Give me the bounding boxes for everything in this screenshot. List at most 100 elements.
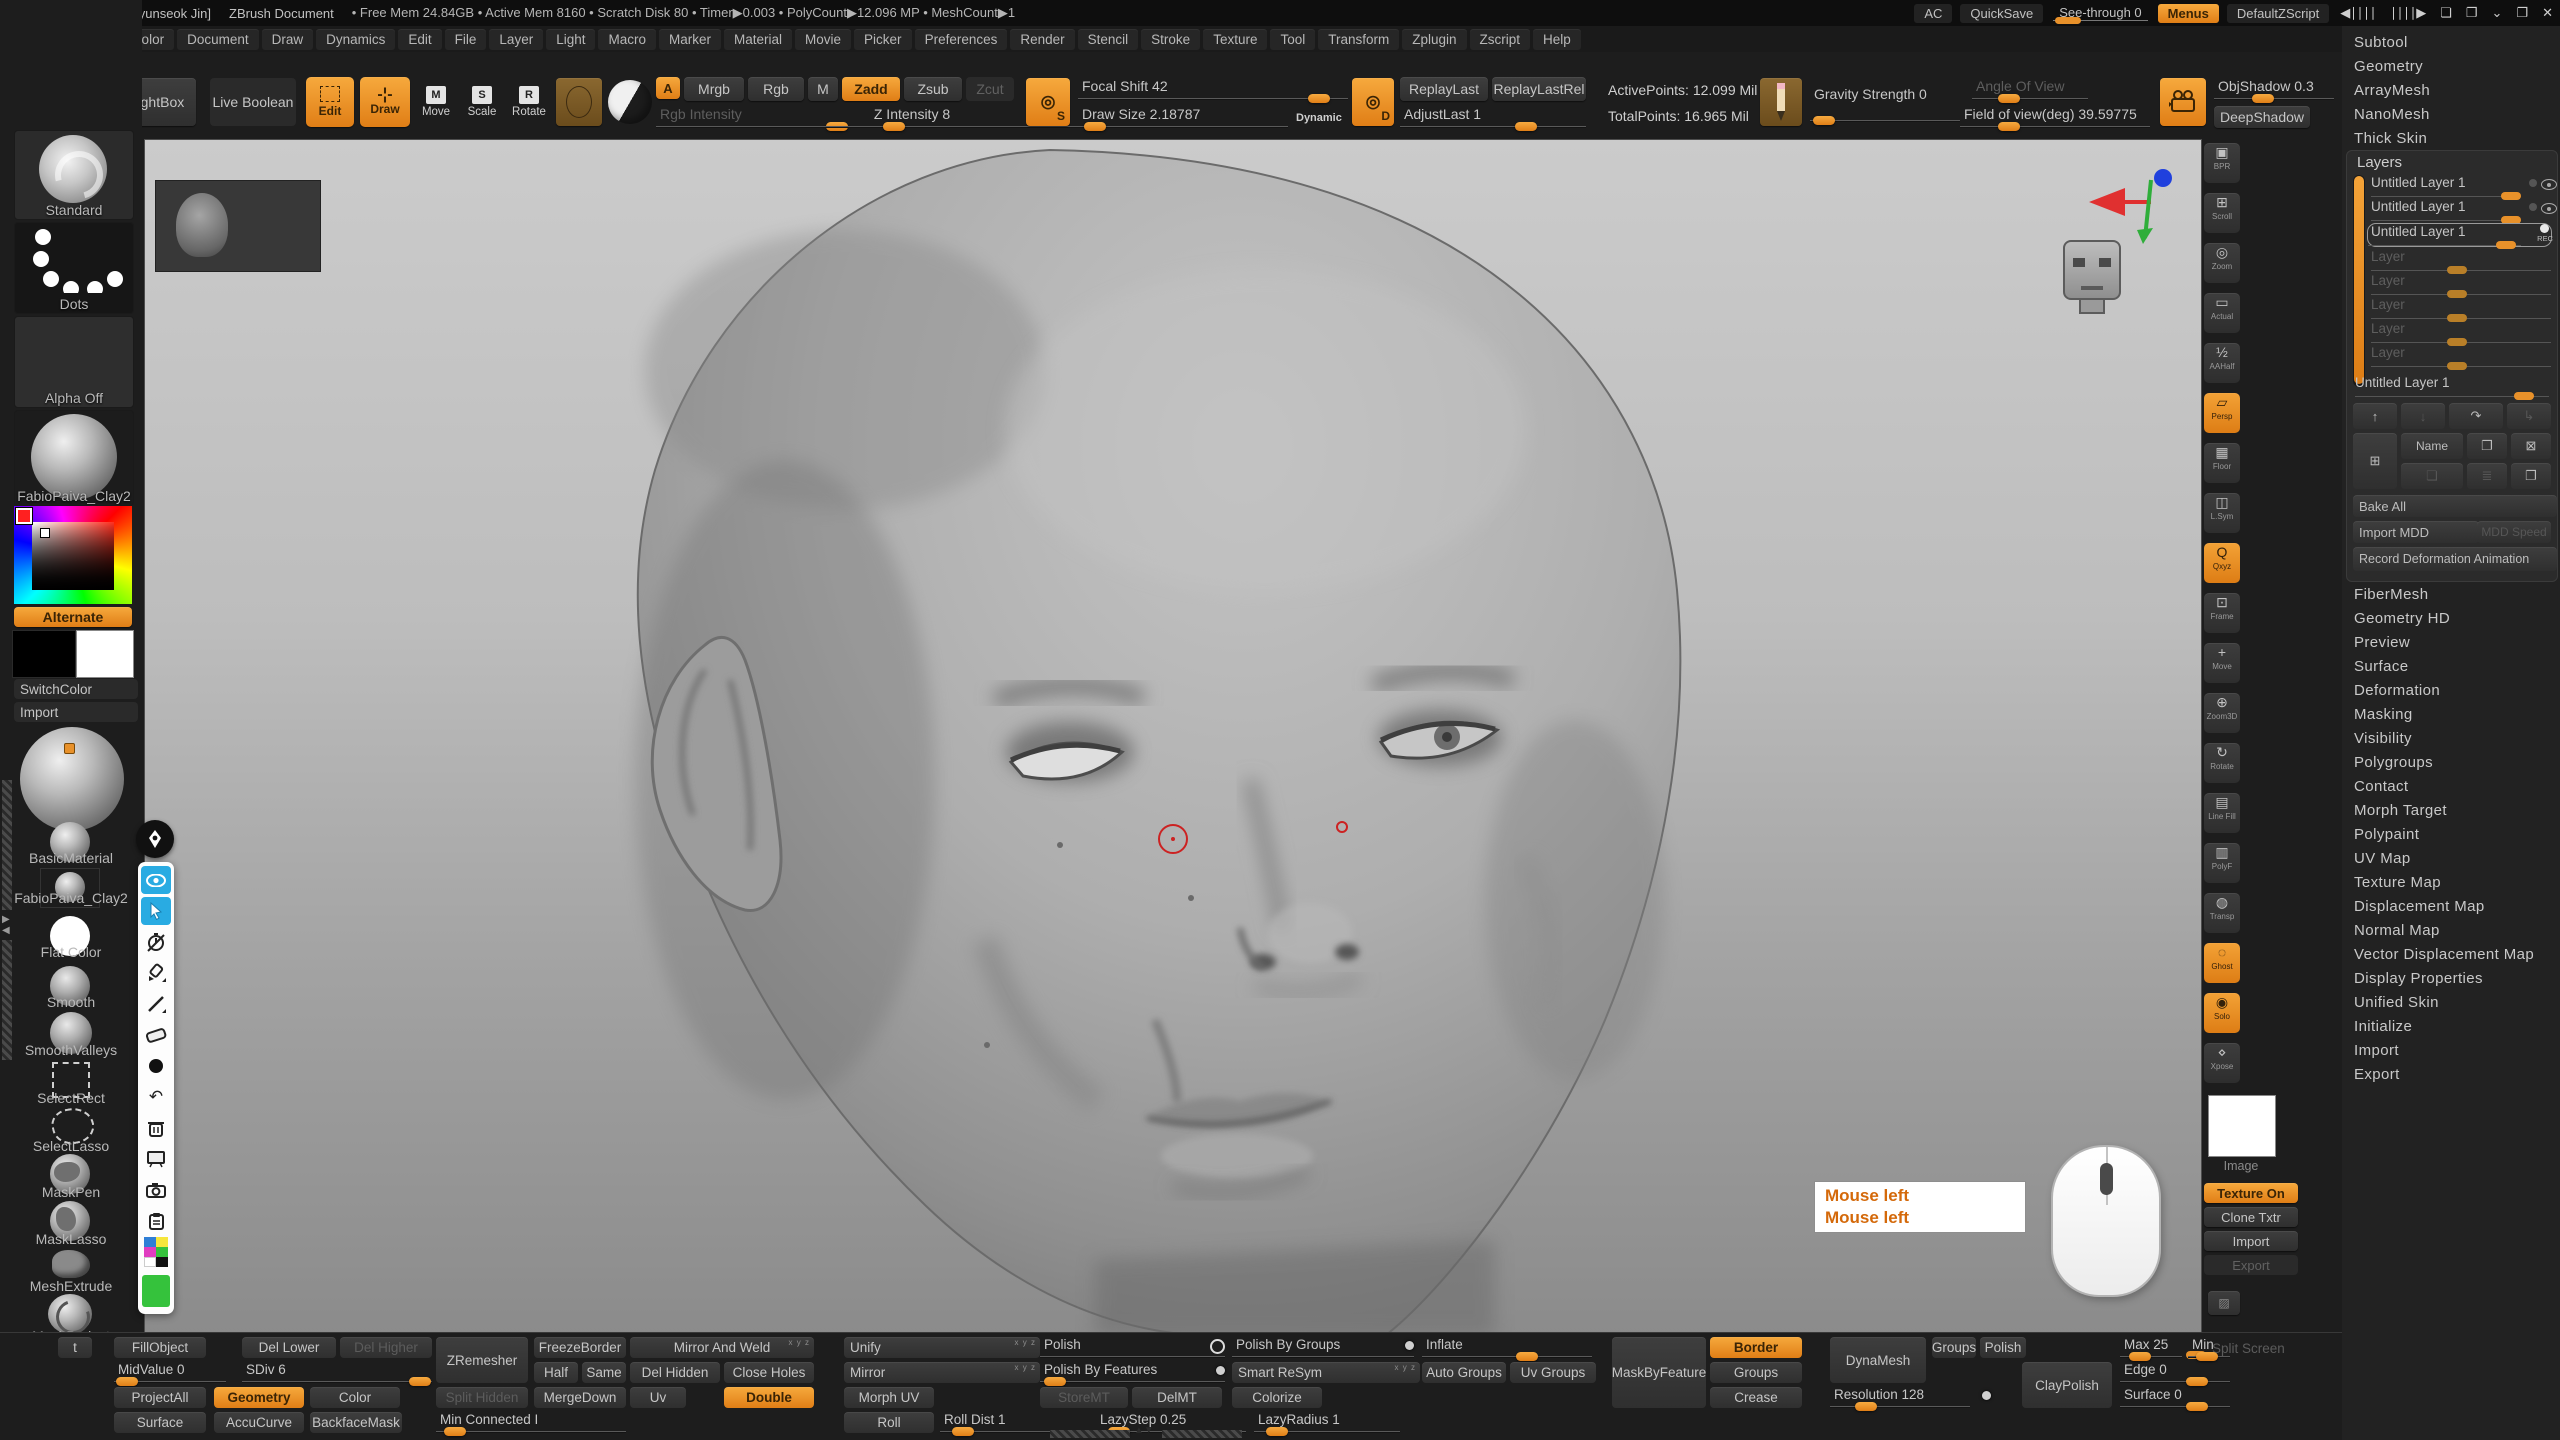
shelf-divider-handle[interactable]	[1050, 1430, 1130, 1438]
menu-file[interactable]: File	[445, 29, 487, 50]
angle-of-view-slider[interactable]: Angle Of View	[1972, 78, 2088, 100]
section-vector-displacement-map[interactable]: Vector Displacement Map	[2354, 946, 2534, 963]
menu-edit[interactable]: Edit	[398, 29, 441, 50]
edit-button[interactable]: Edit	[306, 77, 354, 127]
menu-picker[interactable]: Picker	[854, 29, 912, 50]
del-lower-button[interactable]: Del Lower	[242, 1337, 336, 1358]
zoom-button[interactable]: ◎Zoom	[2204, 243, 2240, 283]
sculpt-canvas[interactable]: Mouse left Mouse left	[144, 139, 2202, 1337]
bake-all-button[interactable]: Bake All	[2353, 495, 2557, 517]
adjust-last-slider[interactable]: AdjustLast 1	[1400, 106, 1586, 128]
polish-mode-toggle[interactable]	[1210, 1339, 1225, 1354]
dynamesh-groups-button[interactable]: Groups	[1932, 1337, 1976, 1358]
menus-button[interactable]: Menus	[2158, 4, 2219, 23]
menu-layer[interactable]: Layer	[489, 29, 543, 50]
timer-off-icon[interactable]	[141, 928, 171, 956]
section-normal-map[interactable]: Normal Map	[2354, 922, 2440, 939]
section-uv-map[interactable]: UV Map	[2354, 850, 2411, 867]
store-mt-button[interactable]: StoreMT	[1040, 1387, 1128, 1408]
dynamic-draw-size-icon[interactable]: ◎D	[1352, 78, 1394, 126]
max-angle-slider[interactable]: Max 25	[2120, 1337, 2182, 1358]
menu-zscript[interactable]: Zscript	[1470, 29, 1531, 50]
bpr-button[interactable]: ▣BPR	[2204, 143, 2240, 183]
shelf-divider-handle2[interactable]	[1162, 1430, 1242, 1438]
persp-button[interactable]: ▱Persp	[2204, 393, 2240, 433]
layer-mode-dot[interactable]	[2529, 203, 2537, 211]
whiteboard-icon[interactable]	[141, 1145, 171, 1173]
menu-macro[interactable]: Macro	[598, 29, 656, 50]
layer-delete-button[interactable]: ⊠	[2511, 433, 2551, 459]
mid-value-slider[interactable]: MidValue 0	[114, 1362, 226, 1383]
section-texture-map[interactable]: Texture Map	[2354, 874, 2441, 891]
rgb-button[interactable]: Rgb	[748, 77, 804, 101]
polish-by-groups-slider[interactable]: Polish By Groups	[1232, 1337, 1414, 1358]
record-dot[interactable]	[2540, 224, 2549, 233]
menu-document[interactable]: Document	[177, 29, 259, 50]
floor-button[interactable]: ▦Floor	[2204, 443, 2240, 483]
section-nanomesh[interactable]: NanoMesh	[2354, 106, 2430, 123]
clone-txtr-button[interactable]: Clone Txtr	[2204, 1207, 2298, 1227]
scale-button[interactable]: S Scale	[460, 77, 504, 127]
move-view-button[interactable]: +Move	[2204, 643, 2240, 683]
history-back-icon[interactable]: ◀∣∣∣∣	[2340, 5, 2376, 21]
color-picker[interactable]	[14, 506, 132, 604]
layer-visibility-eye-icon[interactable]	[2541, 203, 2557, 214]
ghost-button[interactable]: ◌Ghost	[2204, 943, 2240, 983]
brush-thumbnail-standard[interactable]: Standard	[14, 130, 134, 220]
replay-last-button[interactable]: ReplayLast	[1400, 77, 1488, 101]
layer-mode-dot[interactable]	[2529, 179, 2537, 187]
polish-slider[interactable]: Polish	[1040, 1337, 1225, 1358]
line-fill-button[interactable]: ▤Line Fill	[2204, 793, 2240, 833]
section-polygroups[interactable]: Polygroups	[2354, 754, 2433, 771]
zadd-button[interactable]: Zadd	[842, 77, 900, 101]
annotation-launcher[interactable]	[136, 820, 174, 858]
layer-down-button[interactable]: ↓	[2401, 403, 2445, 429]
pen-icon[interactable]	[141, 959, 171, 987]
mirror-button[interactable]: Mirrorx y z	[844, 1362, 1040, 1383]
line-icon[interactable]	[141, 990, 171, 1018]
layer-list-button[interactable]: ≣	[2467, 463, 2507, 489]
section-export[interactable]: Export	[2354, 1066, 2400, 1083]
frame-button[interactable]: ⊡Frame	[2204, 593, 2240, 633]
record-deformation-button[interactable]: Record Deformation Animation	[2353, 547, 2557, 571]
section-import[interactable]: Import	[2354, 1042, 2399, 1059]
merge-down-button[interactable]: MergeDown	[534, 1387, 626, 1408]
freeze-border-button[interactable]: FreezeBorder	[534, 1337, 626, 1358]
double-button[interactable]: Double	[724, 1387, 814, 1408]
solo-button[interactable]: ◉Solo	[2204, 993, 2240, 1033]
qxyz-button[interactable]: QQxyz	[2204, 543, 2240, 583]
minimize-icon[interactable]: ⌄	[2492, 5, 2503, 21]
see-through-slider[interactable]: See-through 0	[2053, 5, 2147, 21]
layer-new-button[interactable]: ⊞	[2353, 433, 2397, 489]
dynamesh-button[interactable]: DynaMesh	[1830, 1337, 1926, 1383]
menu-help[interactable]: Help	[1533, 29, 1581, 50]
menu-zplugin[interactable]: Zplugin	[1402, 29, 1466, 50]
texture-on-button[interactable]: Texture On	[2204, 1183, 2298, 1203]
menu-texture[interactable]: Texture	[1203, 29, 1267, 50]
rotate-view-button[interactable]: ↻Rotate	[2204, 743, 2240, 783]
alpha-thumbnail-off[interactable]: Alpha Off	[14, 316, 134, 408]
min-angle-slider[interactable]: Min	[2188, 1337, 2230, 1358]
stroke-type-button[interactable]	[556, 78, 602, 126]
dynamic-label[interactable]: Dynamic	[1296, 112, 1342, 124]
geometry-mode-button[interactable]: Geometry	[214, 1387, 304, 1408]
menu-render[interactable]: Render	[1010, 29, 1074, 50]
mirror-and-weld-button[interactable]: Mirror And Weldx y z	[630, 1337, 814, 1358]
focal-shift-slider[interactable]: Focal Shift 42	[1078, 78, 1348, 100]
close-icon[interactable]: ✕	[2542, 5, 2553, 21]
layer-branch-button[interactable]: ↳	[2507, 403, 2551, 429]
menu-stencil[interactable]: Stencil	[1078, 29, 1139, 50]
hue-selector[interactable]	[16, 508, 32, 524]
split-hidden-button[interactable]: Split Hidden	[436, 1387, 528, 1408]
layer-row-empty[interactable]: Layer	[2371, 249, 2551, 271]
section-subtool[interactable]: Subtool	[2354, 34, 2408, 51]
clipped-button[interactable]: t	[58, 1337, 92, 1358]
section-initialize[interactable]: Initialize	[2354, 1018, 2412, 1035]
del-mt-button[interactable]: DelMT	[1132, 1387, 1222, 1408]
brush-mesh-extrude[interactable]	[52, 1250, 90, 1278]
roll-button[interactable]: Roll	[844, 1412, 934, 1433]
layer-row-selected[interactable]: Untitled Layer 1 REC	[2367, 223, 2552, 247]
material-sphere-icon[interactable]	[608, 80, 652, 124]
section-fibermesh[interactable]: FiberMesh	[2354, 586, 2428, 603]
m-button[interactable]: M	[808, 77, 838, 101]
